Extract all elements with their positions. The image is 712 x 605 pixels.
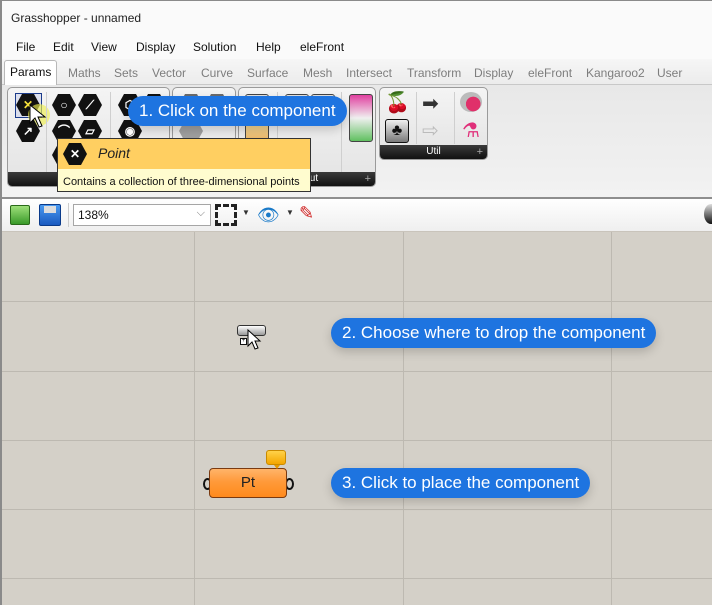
callout-step-3: 3. Click to place the component xyxy=(331,468,591,498)
expand-icon[interactable]: + xyxy=(477,145,483,159)
disc-icon[interactable] xyxy=(460,92,482,112)
callout-step-2: 2. Choose where to drop the component xyxy=(331,318,657,348)
tab-user[interactable]: User xyxy=(657,66,682,80)
line-icon[interactable]: ⟋ xyxy=(78,94,102,116)
component-label: Pt xyxy=(240,474,256,491)
menu-solution[interactable]: Solution xyxy=(193,40,236,54)
panel-footer-util: Util + xyxy=(380,145,487,159)
panel-util: 🍒 ➡ ♣ ⇨ ⚗ Util + xyxy=(379,87,488,160)
point-icon: ✕ xyxy=(63,143,87,165)
menu-file[interactable]: File xyxy=(16,40,35,54)
tab-mesh[interactable]: Mesh xyxy=(303,66,332,80)
menu-edit[interactable]: Edit xyxy=(53,40,74,54)
arrow-right-outline-icon[interactable]: ⇨ xyxy=(422,118,439,143)
toolbar-divider xyxy=(68,203,69,227)
chevron-down-icon: ⌵ xyxy=(196,207,205,219)
copy-plus-icon: + xyxy=(240,338,247,345)
canvas[interactable] xyxy=(2,232,712,605)
dropdown-arrow-icon[interactable]: ▼ xyxy=(286,208,294,217)
tab-surface[interactable]: Surface xyxy=(247,66,288,80)
tab-vector[interactable]: Vector xyxy=(152,66,186,80)
mouse-cursor-icon xyxy=(247,328,262,350)
tooltip-description: Contains a collection of three-dimension… xyxy=(63,176,300,188)
zoom-extents-icon[interactable] xyxy=(215,204,237,226)
warning-bubble-icon[interactable] xyxy=(266,450,286,469)
tab-sets[interactable]: Sets xyxy=(114,66,138,80)
panel-divider xyxy=(416,92,417,144)
tab-intersect[interactable]: Intersect xyxy=(346,66,392,80)
tab-kangaroo2[interactable]: Kangaroo2 xyxy=(586,66,645,80)
panel-divider xyxy=(454,92,455,144)
tab-transform[interactable]: Transform xyxy=(407,66,461,80)
tooltip-header: ✕ Point xyxy=(58,139,310,169)
save-file-icon-label xyxy=(44,206,56,213)
flask-icon[interactable]: ⚗ xyxy=(462,118,480,143)
grid-line xyxy=(2,578,712,579)
grid-line xyxy=(2,301,712,302)
grid-line xyxy=(2,371,712,372)
window-title: Grasshopper - unnamed xyxy=(11,11,142,25)
arrow-right-filled-icon[interactable]: ➡ xyxy=(422,91,439,116)
tooltip-title: Point xyxy=(98,145,130,161)
save-file-icon[interactable] xyxy=(39,204,61,226)
zoom-dropdown[interactable]: 138% ⌵ xyxy=(73,204,211,226)
grid-line xyxy=(2,509,712,510)
expand-icon[interactable]: + xyxy=(365,172,371,186)
tab-maths[interactable]: Maths xyxy=(68,66,101,80)
title-bar: Grasshopper - unnamed xyxy=(2,1,712,35)
grid-line xyxy=(194,232,195,605)
gradient-icon[interactable] xyxy=(349,94,373,142)
component-tooltip: ✕ Point Contains a collection of three-d… xyxy=(57,138,311,192)
display-mode-icon[interactable] xyxy=(704,204,712,224)
tab-elefront[interactable]: eleFront xyxy=(528,66,572,80)
panel-divider xyxy=(46,92,47,172)
zoom-value: 138% xyxy=(78,208,109,222)
tab-curve[interactable]: Curve xyxy=(201,66,233,80)
component-tabs: Params Maths Sets Vector Curve Surface M… xyxy=(2,59,712,86)
sketch-pen-icon[interactable]: ✎ xyxy=(299,203,314,224)
panel-label: Util xyxy=(426,146,441,157)
grid-line xyxy=(611,232,612,605)
menu-bar: File Edit View Display Solution Help ele… xyxy=(2,35,712,59)
preview-eye-icon[interactable]: 👁 xyxy=(257,205,280,226)
cherry-icon[interactable]: 🍒 xyxy=(385,90,410,115)
mouse-cursor-icon xyxy=(29,103,47,128)
circle-icon[interactable]: ○ xyxy=(52,94,76,116)
menu-view[interactable]: View xyxy=(91,40,117,54)
grasshopper-window: Grasshopper - unnamed File Edit View Dis… xyxy=(0,0,712,605)
open-file-icon[interactable] xyxy=(10,205,30,225)
point-component[interactable]: Pt xyxy=(209,468,287,498)
tab-params[interactable]: Params xyxy=(4,60,58,86)
menu-display[interactable]: Display xyxy=(136,40,175,54)
grid-line xyxy=(403,232,404,605)
menu-elefront[interactable]: eleFront xyxy=(300,40,344,54)
canvas-toolbar: 138% ⌵ ▼ 👁 ▼ ✎ xyxy=(2,199,712,232)
dropdown-arrow-icon[interactable]: ▼ xyxy=(242,208,250,217)
grid-line xyxy=(2,440,712,441)
tree-icon[interactable]: ♣ xyxy=(385,119,409,143)
tab-display[interactable]: Display xyxy=(474,66,513,80)
menu-help[interactable]: Help xyxy=(256,40,281,54)
callout-step-1: 1. Click on the component xyxy=(128,96,347,126)
